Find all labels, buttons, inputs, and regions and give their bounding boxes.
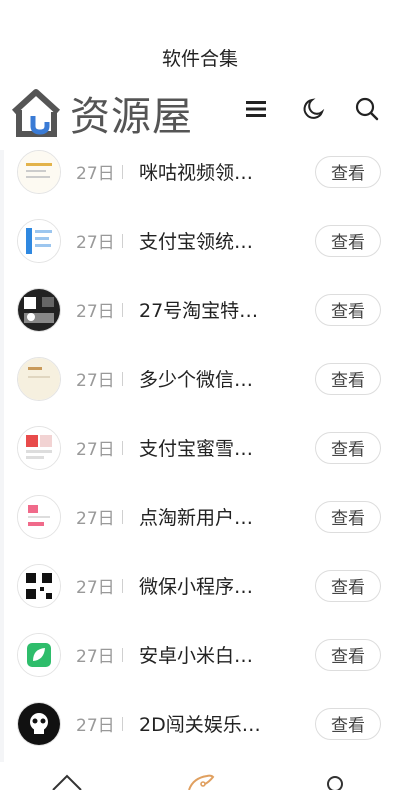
divider [122,302,123,317]
menu-icon[interactable] [241,94,271,124]
view-button[interactable]: 查看 [315,500,381,533]
item-thumbnail [17,149,61,194]
view-button[interactable]: 查看 [315,569,381,602]
item-thumbnail [17,356,61,401]
view-button[interactable]: 查看 [315,638,381,671]
item-thumbnail [17,632,61,677]
logo-text: 资源屋 [70,94,193,140]
divider [122,233,123,248]
software-list: 27日 咪咕视频领… 查看 27日 支付宝领统… 查看 27日 27号淘宝特… … [4,145,400,762]
item-thumbnail [17,287,61,332]
item-thumbnail [17,701,61,746]
item-date: 27日 [76,302,115,322]
item-title[interactable]: 点淘新用户… [139,503,253,530]
list-item[interactable]: 27日 安卓小米白… 查看 [4,620,400,689]
view-button[interactable]: 查看 [315,224,381,257]
view-button[interactable]: 查看 [315,155,381,188]
divider [122,440,123,455]
view-button[interactable]: 查看 [315,431,381,464]
site-logo[interactable]: 资源屋 [10,86,193,140]
item-title[interactable]: 多少个微信… [139,365,253,392]
list-item[interactable]: 27日 咪咕视频领… 查看 [4,145,400,206]
divider [122,509,123,524]
view-button[interactable]: 查看 [315,362,381,395]
page-title: 软件合集 [161,48,238,70]
item-date: 27日 [76,233,115,253]
divider [122,578,123,593]
view-button[interactable]: 查看 [315,707,381,740]
item-date: 27日 [76,716,115,736]
bottom-nav [0,762,400,790]
list-item[interactable]: 27日 微保小程序… 查看 [4,551,400,620]
item-date: 27日 [76,509,115,529]
item-date: 27日 [76,647,115,667]
list-item[interactable]: 27日 多少个微信… 查看 [4,344,400,413]
view-button[interactable]: 查看 [315,293,381,326]
divider [122,371,123,386]
item-title[interactable]: 27号淘宝特… [139,296,258,323]
item-thumbnail [17,563,61,608]
divider [122,164,123,179]
item-date: 27日 [76,578,115,598]
item-title[interactable]: 咪咕视频领… [139,158,253,185]
item-thumbnail [17,218,61,263]
user-icon[interactable] [318,772,352,790]
item-title[interactable]: 微保小程序… [139,572,253,599]
item-thumbnail [17,425,61,470]
home-icon[interactable] [50,772,84,790]
rocket-icon[interactable] [183,772,217,790]
list-item[interactable]: 27日 点淘新用户… 查看 [4,482,400,551]
moon-icon[interactable] [299,94,329,124]
list-item[interactable]: 27日 27号淘宝特… 查看 [4,275,400,344]
divider [122,716,123,731]
item-date: 27日 [76,164,115,184]
item-title[interactable]: 2D闯关娱乐… [139,710,261,737]
top-header: 软件合集 资源屋 [0,0,400,150]
list-item[interactable]: 27日 2D闯关娱乐… 查看 [4,689,400,758]
divider [122,647,123,662]
list-item[interactable]: 27日 支付宝蜜雪… 查看 [4,413,400,482]
search-icon[interactable] [352,94,382,124]
item-date: 27日 [76,440,115,460]
house-logo-icon [11,89,61,137]
item-thumbnail [17,494,61,539]
item-title[interactable]: 支付宝蜜雪… [139,434,253,461]
item-date: 27日 [76,371,115,391]
list-item[interactable]: 27日 支付宝领统… 查看 [4,206,400,275]
item-title[interactable]: 支付宝领统… [139,227,253,254]
item-title[interactable]: 安卓小米白… [139,641,253,668]
